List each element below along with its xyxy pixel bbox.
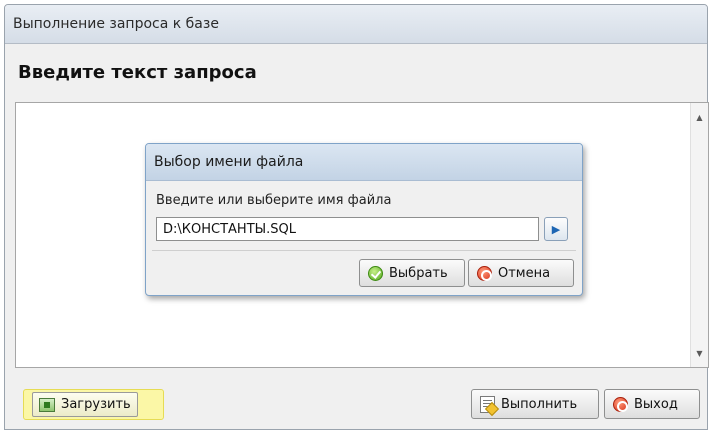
dialog-title: Выбор имени файла (154, 154, 304, 170)
load-button[interactable]: Загрузить (23, 389, 164, 420)
dialog-divider (152, 250, 576, 251)
window-titlebar: Выполнение запроса к базе (5, 5, 707, 44)
editor-scrollbar[interactable]: ▲ ▼ (690, 103, 708, 367)
load-button-label: Загрузить (61, 397, 131, 412)
load-file-icon (39, 397, 55, 412)
cancel-button[interactable]: Отмена (468, 259, 574, 287)
file-select-dialog: Выбор имени файла Введите или выберите и… (145, 143, 583, 296)
load-button-face: Загрузить (32, 392, 138, 417)
check-icon (368, 265, 383, 281)
scroll-down-icon[interactable]: ▼ (691, 343, 708, 363)
page-heading: Введите текст запроса (18, 62, 257, 83)
window-title: Выполнение запроса к базе (13, 16, 219, 32)
play-arrow-icon: ▶ (551, 222, 561, 236)
exit-button-label: Выход (634, 396, 678, 412)
stop-icon (613, 396, 628, 412)
exit-button[interactable]: Выход (604, 389, 700, 419)
select-button[interactable]: Выбрать (359, 259, 465, 287)
execute-button-label: Выполнить (501, 396, 578, 412)
execute-document-icon (480, 395, 495, 413)
browse-button[interactable]: ▶ (544, 217, 568, 241)
dialog-prompt: Введите или выберите имя файла (156, 193, 392, 208)
execute-button[interactable]: Выполнить (471, 389, 599, 419)
select-button-label: Выбрать (389, 265, 448, 281)
file-name-input[interactable] (156, 217, 539, 241)
scroll-up-icon[interactable]: ▲ (691, 107, 708, 127)
dialog-titlebar: Выбор имени файла (146, 144, 582, 181)
stop-icon (477, 265, 492, 281)
cancel-button-label: Отмена (498, 265, 551, 281)
